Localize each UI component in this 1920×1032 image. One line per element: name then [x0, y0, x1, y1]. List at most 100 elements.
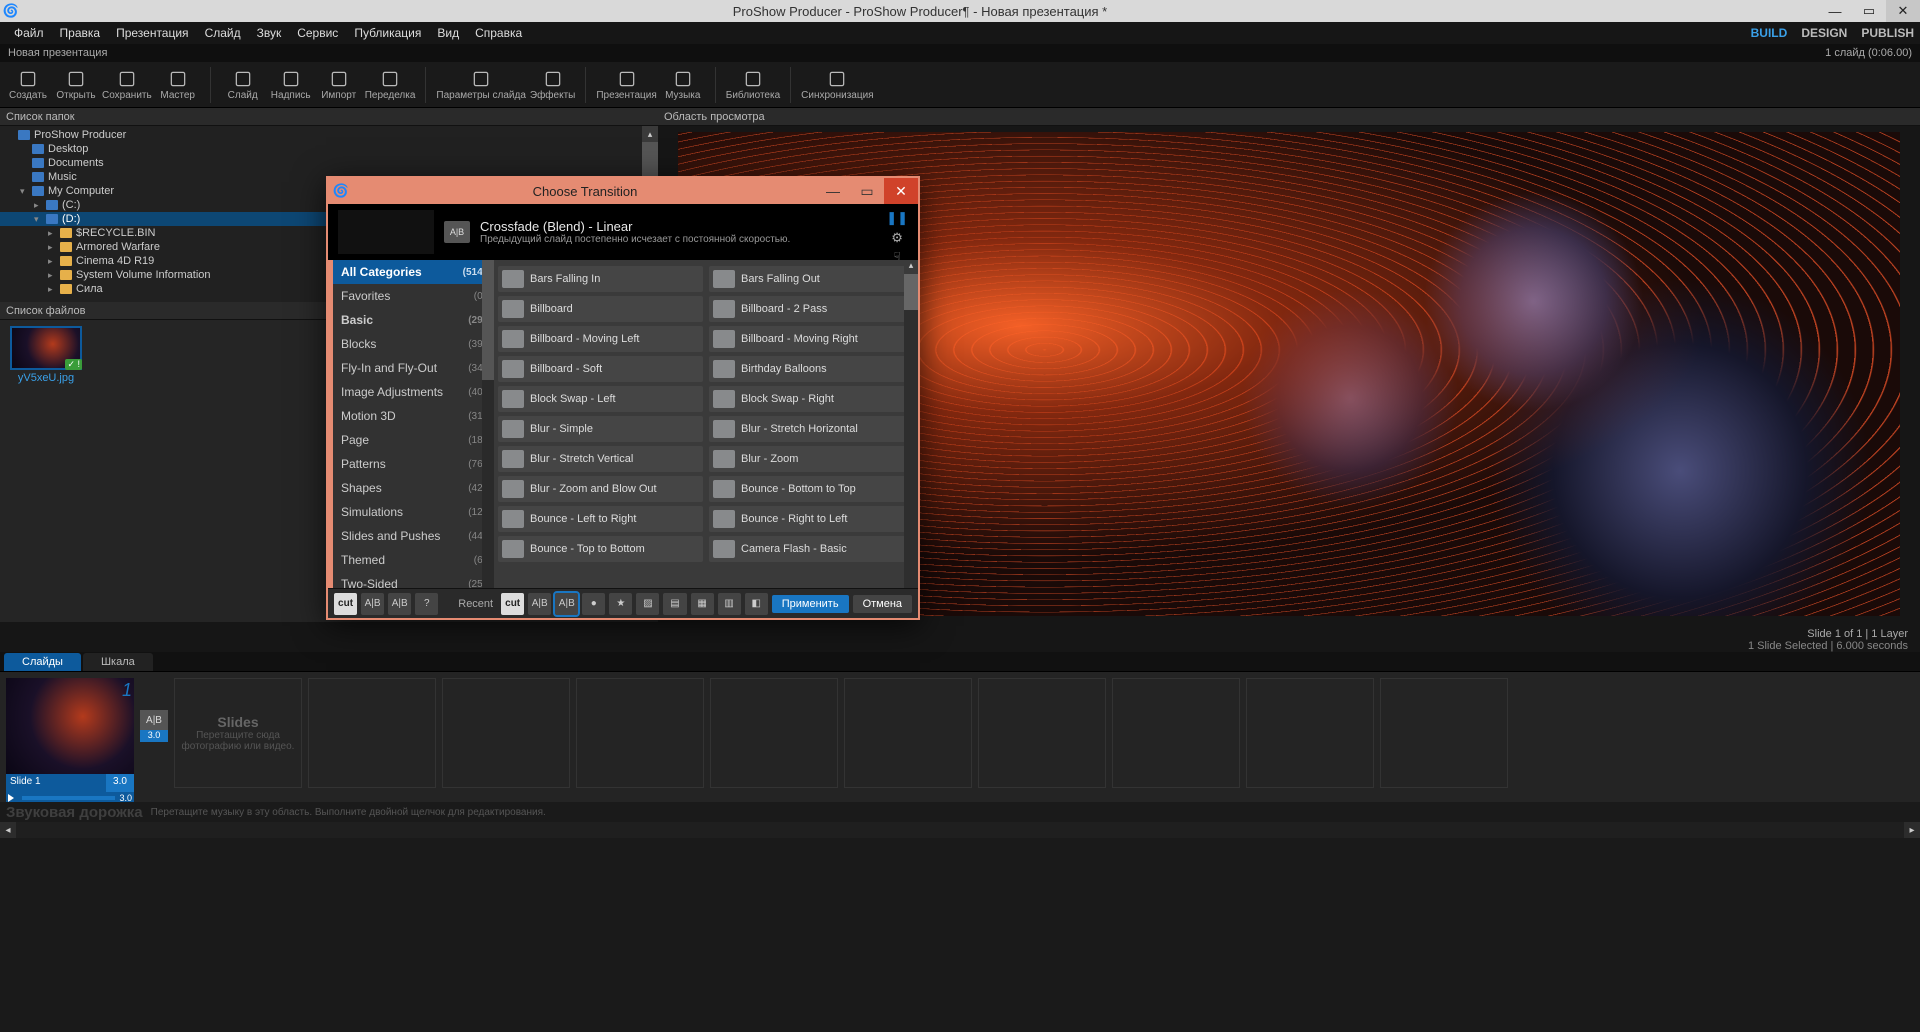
window-minimize-button[interactable]: — [1818, 0, 1852, 22]
tree-node[interactable]: ProShow Producer [0, 128, 658, 142]
mode-link-design[interactable]: DESIGN [1801, 26, 1847, 40]
empty-slide-slot[interactable] [308, 678, 436, 788]
transition-item[interactable]: Blur - Stretch Vertical [498, 446, 703, 472]
recent-chip-cut[interactable]: cut [501, 593, 524, 615]
scroll-up-button[interactable]: ▴ [642, 126, 658, 142]
transition-item[interactable]: Billboard - Moving Right [709, 326, 914, 352]
toolbar-переделка[interactable]: Переделка [365, 63, 416, 107]
transition-item[interactable]: Block Swap - Left [498, 386, 703, 412]
empty-slide-slot[interactable] [576, 678, 704, 788]
apply-button[interactable]: Применить [772, 595, 849, 613]
dialog-minimize-button[interactable]: — [816, 178, 850, 204]
empty-slide-slot[interactable] [710, 678, 838, 788]
slide-duration[interactable]: 3.0 [106, 774, 134, 792]
toolbar-презентация[interactable]: Презентация [596, 63, 656, 107]
recent-chip[interactable]: ◧ [745, 593, 768, 615]
dialog-close-button[interactable]: ✕ [884, 178, 918, 204]
toolbar-импорт[interactable]: Импорт [317, 63, 361, 107]
transition-item[interactable]: Camera Flash - Basic [709, 536, 914, 562]
transition-grid[interactable]: Bars Falling InBars Falling OutBillboard… [494, 260, 918, 588]
transition-item[interactable]: Billboard [498, 296, 703, 322]
seek-track[interactable] [22, 796, 115, 800]
cancel-button[interactable]: Отмена [853, 595, 912, 613]
category-item[interactable]: Blocks(39) [333, 332, 494, 356]
empty-slide-slot[interactable] [1380, 678, 1508, 788]
mode-link-publish[interactable]: PUBLISH [1861, 26, 1914, 40]
transition-item[interactable]: Bars Falling In [498, 266, 703, 292]
toolbar-создать[interactable]: Создать [6, 63, 50, 107]
category-item[interactable]: Fly-In and Fly-Out(34) [333, 356, 494, 380]
menu-правка[interactable]: Правка [52, 24, 109, 42]
timeline-hscrollbar[interactable]: ◂ ▸ [0, 822, 1920, 838]
category-item[interactable]: Themed(6) [333, 548, 494, 572]
toolbar-синхронизация[interactable]: Синхронизация [801, 63, 873, 107]
category-list[interactable]: All Categories(514)Favorites(0)Basic(29)… [328, 260, 494, 588]
category-item[interactable]: Favorites(0) [333, 284, 494, 308]
category-item[interactable]: Slides and Pushes(44) [333, 524, 494, 548]
cut-chip[interactable]: cut [334, 593, 357, 615]
transition-item[interactable]: Bounce - Left to Right [498, 506, 703, 532]
recent-chip[interactable]: ▦ [691, 593, 714, 615]
toolbar-мастер[interactable]: Мастер [156, 63, 200, 107]
transition-item[interactable]: Blur - Stretch Horizontal [709, 416, 914, 442]
ab-chip[interactable]: A|B [361, 593, 384, 615]
tab-slides[interactable]: Слайды [4, 653, 81, 671]
recent-chip[interactable]: ★ [609, 593, 632, 615]
menu-презентация[interactable]: Презентация [108, 24, 197, 42]
tab-scale[interactable]: Шкала [83, 653, 153, 671]
toolbar-параметры-слайда[interactable]: Параметры слайда [436, 63, 525, 107]
recent-chip[interactable]: ● [582, 593, 605, 615]
tree-node[interactable]: Documents [0, 156, 658, 170]
category-item[interactable]: Shapes(42) [333, 476, 494, 500]
transition-chip[interactable]: A|B 3.0 [140, 710, 168, 742]
category-item[interactable]: Basic(29) [333, 308, 494, 332]
menu-звук[interactable]: Звук [249, 24, 290, 42]
category-item[interactable]: Image Adjustments(40) [333, 380, 494, 404]
toolbar-сохранить[interactable]: Сохранить [102, 63, 152, 107]
mode-link-build[interactable]: BUILD [1751, 26, 1788, 40]
menu-слайд[interactable]: Слайд [197, 24, 249, 42]
help-chip[interactable]: ? [415, 593, 438, 615]
scroll-up-button[interactable]: ▴ [904, 260, 918, 274]
dialog-titlebar[interactable]: 🌀 Choose Transition — ▭ ✕ [328, 178, 918, 204]
pause-icon[interactable]: ❚❚ [886, 210, 908, 226]
file-thumbnail[interactable]: ✓ ! yV5xeU.jpg [6, 326, 86, 384]
audio-track-row[interactable]: Звуковая дорожка Перетащите музыку в эту… [0, 802, 1920, 822]
play-icon[interactable] [8, 794, 18, 802]
transition-item[interactable]: Bounce - Right to Left [709, 506, 914, 532]
transition-item[interactable]: Bars Falling Out [709, 266, 914, 292]
toolbar-открыть[interactable]: Открыть [54, 63, 98, 107]
transition-item[interactable]: Bounce - Top to Bottom [498, 536, 703, 562]
hscroll-left-button[interactable]: ◂ [0, 822, 16, 838]
window-close-button[interactable]: ✕ [1886, 0, 1920, 22]
window-maximize-button[interactable]: ▭ [1852, 0, 1886, 22]
category-item[interactable]: Motion 3D(31) [333, 404, 494, 428]
empty-slide-hint[interactable]: Slides Перетащите сюда фотографию или ви… [174, 678, 302, 788]
category-item[interactable]: Page(18) [333, 428, 494, 452]
recent-chip[interactable]: ▤ [663, 593, 686, 615]
transition-item[interactable]: Birthday Balloons [709, 356, 914, 382]
transition-item[interactable]: Billboard - 2 Pass [709, 296, 914, 322]
empty-slide-slot[interactable] [978, 678, 1106, 788]
transition-item[interactable]: Bounce - Bottom to Top [709, 476, 914, 502]
empty-slide-slot[interactable] [442, 678, 570, 788]
toolbar-музыка[interactable]: Музыка [661, 63, 705, 107]
gear-icon[interactable]: ⚙ [891, 230, 903, 246]
category-item[interactable]: Simulations(12) [333, 500, 494, 524]
transition-item[interactable]: Billboard - Soft [498, 356, 703, 382]
slide-seek-bar[interactable]: 3.0 [6, 792, 134, 802]
empty-slide-slot[interactable] [1112, 678, 1240, 788]
empty-slide-slot[interactable] [1246, 678, 1374, 788]
dialog-maximize-button[interactable]: ▭ [850, 178, 884, 204]
transition-item[interactable]: Blur - Zoom and Blow Out [498, 476, 703, 502]
menu-справка[interactable]: Справка [467, 24, 530, 42]
toolbar-эффекты[interactable]: Эффекты [530, 63, 575, 107]
transition-duration[interactable]: 3.0 [140, 730, 168, 742]
transition-item[interactable]: Billboard - Moving Left [498, 326, 703, 352]
menu-публикация[interactable]: Публикация [346, 24, 429, 42]
scroll-thumb[interactable] [904, 274, 918, 310]
toolbar-слайд[interactable]: Слайд [221, 63, 265, 107]
empty-slide-slot[interactable] [844, 678, 972, 788]
menu-файл[interactable]: Файл [6, 24, 52, 42]
menu-вид[interactable]: Вид [429, 24, 467, 42]
